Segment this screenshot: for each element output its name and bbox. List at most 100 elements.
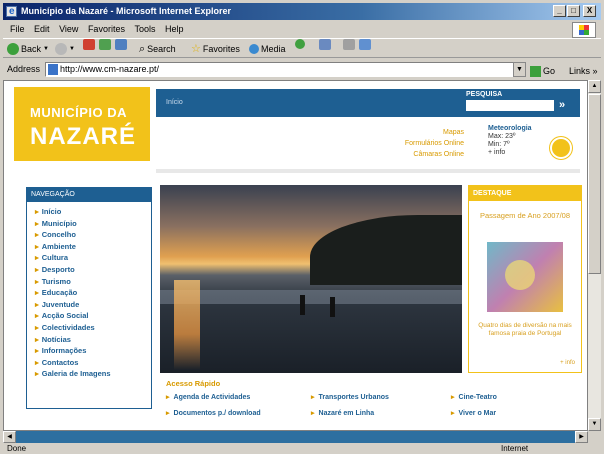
weather-more[interactable]: + info xyxy=(488,149,505,156)
favorites-button[interactable]: ☆ Favorites xyxy=(191,39,240,59)
stop-button[interactable] xyxy=(83,39,95,50)
links-label: Links xyxy=(569,66,591,76)
links-button[interactable]: Links » xyxy=(569,61,598,81)
nav-item[interactable]: ▸ Turismo xyxy=(35,276,151,288)
back-button[interactable]: Back ▼ xyxy=(7,39,49,59)
menu-view[interactable]: View xyxy=(59,24,78,34)
nav-item-label: Educação xyxy=(41,288,78,298)
status-bar: Done Internet xyxy=(3,443,601,454)
quick-link-documentos[interactable]: ▸ Documentos p./ download xyxy=(166,409,261,417)
address-url: http://www.cm-nazare.pt/ xyxy=(60,64,160,74)
home-icon xyxy=(115,39,127,50)
go-button[interactable]: Go xyxy=(530,61,555,81)
history-icon xyxy=(295,39,305,49)
weather-max: Max: 23º xyxy=(488,133,516,140)
close-button[interactable]: X xyxy=(583,5,596,17)
nav-item[interactable]: ▸ Município xyxy=(35,218,151,230)
nav-item[interactable]: ▸ Desporto xyxy=(35,264,151,276)
nav-item[interactable]: ▸ Juventude xyxy=(35,299,151,311)
menu-edit[interactable]: Edit xyxy=(34,24,50,34)
nav-item[interactable]: ▸ Concelho xyxy=(35,229,151,241)
bullet-icon: ▸ xyxy=(35,264,39,274)
featured-title[interactable]: Passagem de Ano 2007/08 xyxy=(469,201,581,221)
menu-bar: File Edit View Favorites Tools Help xyxy=(3,21,601,37)
site-logo[interactable]: MUNICÍPIO DA NAZARÉ xyxy=(14,87,150,161)
nav-item-label: Município xyxy=(41,218,77,228)
scroll-down-icon[interactable]: ▼ xyxy=(588,418,601,431)
sun-icon xyxy=(552,139,570,157)
address-dropdown-icon[interactable]: ▼ xyxy=(513,62,526,77)
history-button[interactable] xyxy=(295,39,305,49)
link-camaras[interactable]: Câmaras Online xyxy=(344,149,464,160)
scroll-left-icon[interactable]: ◀ xyxy=(3,431,16,443)
forward-button[interactable]: ▼ xyxy=(55,39,75,59)
link-mapas[interactable]: Mapas xyxy=(344,127,464,138)
print-button[interactable] xyxy=(343,39,355,50)
featured-image[interactable] xyxy=(487,242,563,312)
nav-item[interactable]: ▸ Acção Social xyxy=(35,310,151,322)
address-input[interactable]: http://www.cm-nazare.pt/ xyxy=(45,62,515,77)
nav-item[interactable]: ▸ Educação xyxy=(35,287,151,299)
minimize-button[interactable]: _ xyxy=(553,5,566,17)
nav-item-label: Notícias xyxy=(41,334,71,344)
refresh-button[interactable] xyxy=(99,39,111,50)
quick-link-agenda[interactable]: ▸ Agenda de Actividades xyxy=(166,393,250,401)
link-formularios[interactable]: Formulários Online xyxy=(344,138,464,149)
bullet-icon: ▸ xyxy=(35,299,39,309)
photo-person xyxy=(330,297,335,317)
print-icon xyxy=(343,39,355,50)
refresh-icon xyxy=(99,39,111,50)
browser-window: Município da Nazaré - Microsoft Internet… xyxy=(0,0,604,454)
nav-item[interactable]: ▸ Notícias xyxy=(35,334,151,346)
menu-help[interactable]: Help xyxy=(165,24,184,34)
media-button[interactable]: Media xyxy=(249,39,286,59)
menu-favorites[interactable]: Favorites xyxy=(88,24,125,34)
forward-dropdown-icon[interactable]: ▼ xyxy=(69,39,75,59)
site-search-input[interactable] xyxy=(466,100,554,111)
bullet-icon: ▸ xyxy=(35,276,39,286)
bullet-icon: ▸ xyxy=(35,369,39,379)
nav-header: NAVEGAÇÃO xyxy=(27,188,151,202)
nav-item[interactable]: ▸ Galeria de Imagens xyxy=(35,368,151,380)
bullet-icon: ▸ xyxy=(35,207,39,216)
nav-item[interactable]: ▸ Informações xyxy=(35,345,151,357)
menu-tools[interactable]: Tools xyxy=(134,24,155,34)
site-search-button[interactable]: » xyxy=(559,99,565,111)
home-button[interactable] xyxy=(115,39,127,50)
vertical-scrollbar[interactable]: ▲ ▼ xyxy=(588,80,601,431)
nav-item-label: Colectividades xyxy=(41,322,95,332)
bullet-icon: ▸ xyxy=(35,334,39,344)
menu-file[interactable]: File xyxy=(10,24,25,34)
scroll-up-icon[interactable]: ▲ xyxy=(588,80,601,93)
stop-icon xyxy=(83,39,95,50)
maximize-button[interactable]: □ xyxy=(567,5,580,17)
quick-link-viver-mar[interactable]: ▸ Viver o Mar xyxy=(451,409,496,417)
nav-item[interactable]: ▸ Início xyxy=(35,206,151,218)
forward-arrow-icon xyxy=(55,43,67,55)
site-header-bar: Início PESQUISA » xyxy=(156,89,580,117)
nav-item-label: Contactos xyxy=(41,357,79,367)
horizontal-scrollbar[interactable]: ◀ ▶ xyxy=(3,431,588,443)
weather-widget: Meteorologia Max: 23º Min: 7º + info xyxy=(488,125,532,157)
nav-item[interactable]: ▸ Contactos xyxy=(35,357,151,369)
nav-item[interactable]: ▸ Cultura xyxy=(35,252,151,264)
quick-link-cineteatro[interactable]: ▸ Cine-Teatro xyxy=(451,393,497,401)
quick-link-nazare-linha[interactable]: ▸ Nazaré em Linha xyxy=(311,409,374,417)
mail-button[interactable] xyxy=(319,39,331,50)
breadcrumb[interactable]: Início xyxy=(166,99,183,106)
search-button[interactable]: ⌕ Search xyxy=(139,39,176,59)
nav-item[interactable]: ▸ Colectividades xyxy=(35,322,151,334)
edit-button[interactable] xyxy=(359,39,371,50)
window-title: Município da Nazaré - Microsoft Internet… xyxy=(21,6,232,16)
featured-more-link[interactable]: + info xyxy=(560,360,575,366)
quick-link-transportes[interactable]: ▸ Transportes Urbanos xyxy=(311,393,389,401)
scroll-right-icon[interactable]: ▶ xyxy=(575,431,588,443)
nav-item-label: Juventude xyxy=(41,299,80,309)
featured-box: DESTAQUE Passagem de Ano 2007/08 Quatro … xyxy=(468,185,582,373)
scroll-thumb[interactable] xyxy=(588,94,601,274)
beach-sunset-photo xyxy=(160,185,462,373)
weather-min: Min: 7º xyxy=(488,141,510,148)
back-dropdown-icon[interactable]: ▼ xyxy=(43,39,49,59)
address-label: Address xyxy=(7,64,41,74)
nav-item[interactable]: ▸ Ambiente xyxy=(35,241,151,253)
